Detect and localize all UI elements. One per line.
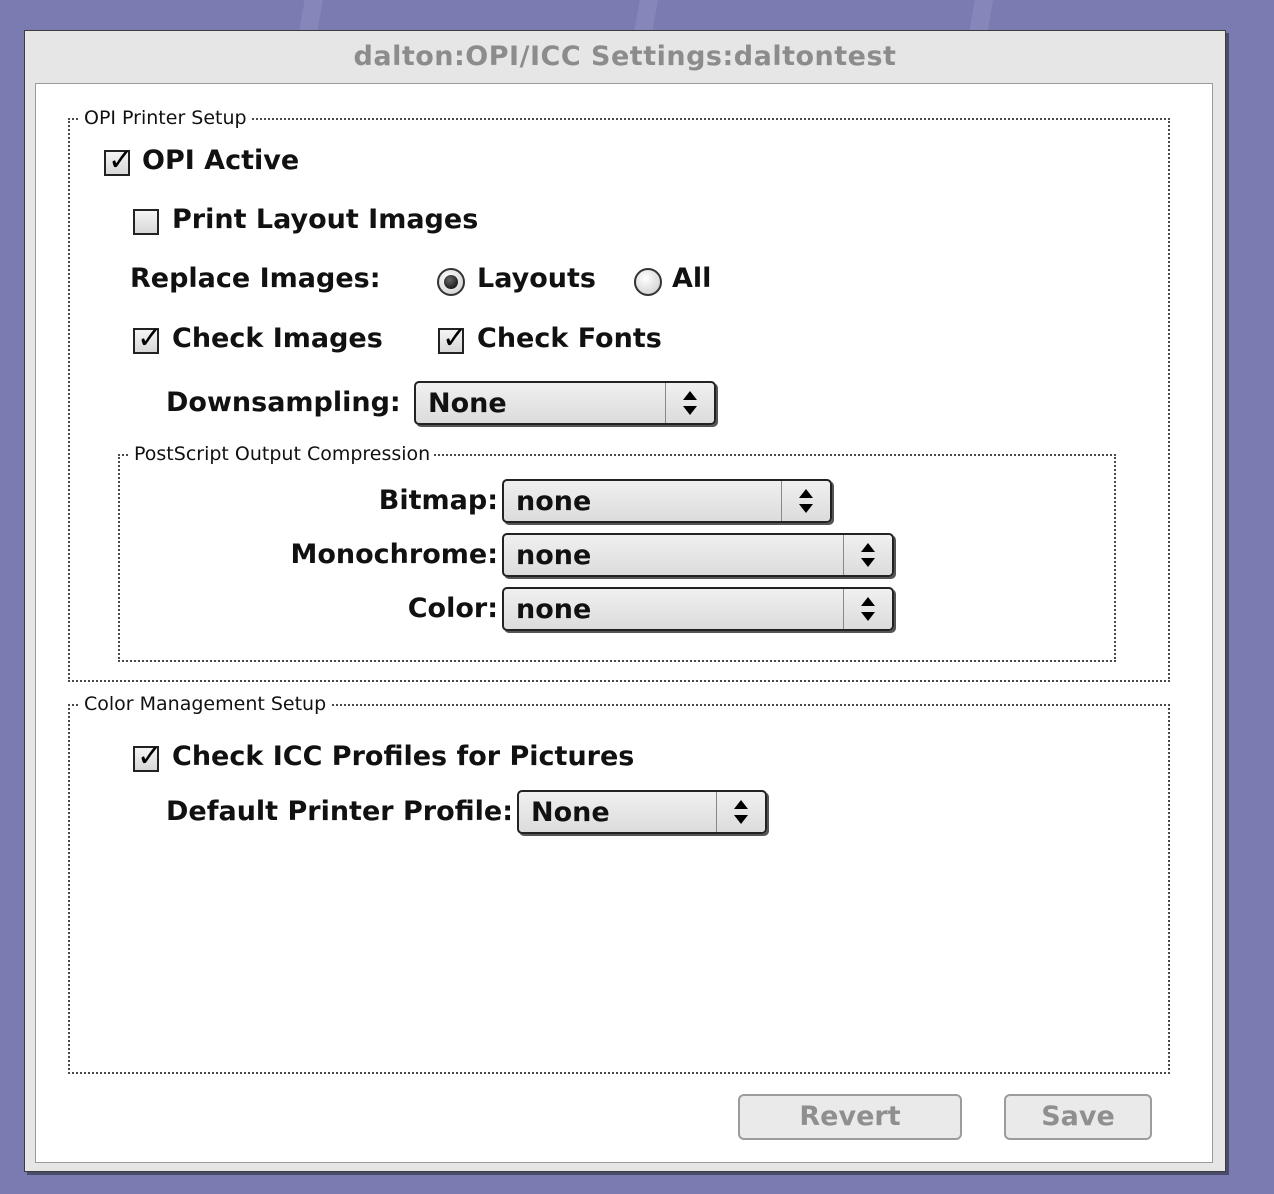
default-printer-profile-label: Default Printer Profile: xyxy=(166,796,514,827)
desktop-background xyxy=(0,0,1274,30)
downsampling-label: Downsampling: xyxy=(166,387,401,418)
all-radio[interactable] xyxy=(634,268,662,296)
color-label: Color: xyxy=(407,593,498,624)
default-printer-profile-value: None xyxy=(531,797,610,828)
bitmap-value: none xyxy=(516,486,592,517)
check-icc-label[interactable]: Check ICC Profiles for Pictures xyxy=(172,740,634,774)
save-button[interactable]: Save xyxy=(1004,1094,1152,1140)
color-value: none xyxy=(516,594,592,625)
check-icon: ✓ xyxy=(108,143,134,178)
settings-window: dalton:OPI/ICC Settings:daltontest OPI P… xyxy=(24,30,1226,1172)
monochrome-popup[interactable]: none xyxy=(502,533,894,577)
revert-button[interactable]: Revert xyxy=(738,1094,962,1140)
check-icon: ✓ xyxy=(442,321,468,356)
up-down-arrows-icon xyxy=(843,535,892,575)
print-layout-images-label[interactable]: Print Layout Images xyxy=(172,203,478,237)
color-popup[interactable]: none xyxy=(502,587,894,631)
monochrome-value: none xyxy=(516,540,592,571)
layouts-radio-label[interactable]: Layouts xyxy=(477,262,596,296)
up-down-arrows-icon xyxy=(781,481,830,521)
check-images-label[interactable]: Check Images xyxy=(172,322,383,356)
postscript-compression-legend: PostScript Output Compression xyxy=(130,443,435,465)
replace-images-label: Replace Images: xyxy=(130,263,381,294)
up-down-arrows-icon xyxy=(716,792,765,832)
downsampling-popup[interactable]: None xyxy=(414,381,716,425)
default-printer-profile-popup[interactable]: None xyxy=(517,790,767,834)
check-icon: ✓ xyxy=(137,321,163,356)
check-icc-checkbox[interactable]: ✓ xyxy=(133,740,162,774)
opi-printer-setup-legend: OPI Printer Setup xyxy=(80,107,251,129)
up-down-arrows-icon xyxy=(665,383,714,423)
window-content: OPI Printer Setup ✓ OPI Active Print Lay… xyxy=(35,83,1213,1163)
bitmap-label: Bitmap: xyxy=(378,485,498,516)
check-icon: ✓ xyxy=(137,739,163,774)
all-radio-label[interactable]: All xyxy=(672,262,711,296)
layouts-radio[interactable] xyxy=(437,268,465,296)
downsampling-value: None xyxy=(428,388,507,419)
bitmap-popup[interactable]: none xyxy=(502,479,832,523)
opi-active-checkbox[interactable]: ✓ xyxy=(104,144,133,178)
check-fonts-checkbox[interactable]: ✓ xyxy=(438,322,467,356)
up-down-arrows-icon xyxy=(843,589,892,629)
print-layout-images-checkbox[interactable] xyxy=(133,209,159,235)
opi-active-label[interactable]: OPI Active xyxy=(142,144,299,178)
color-management-legend: Color Management Setup xyxy=(80,693,331,715)
check-images-checkbox[interactable]: ✓ xyxy=(133,322,162,356)
radio-selected-dot xyxy=(444,275,458,289)
monochrome-label: Monochrome: xyxy=(290,539,498,570)
window-title[interactable]: dalton:OPI/ICC Settings:daltontest xyxy=(25,31,1225,83)
check-fonts-label[interactable]: Check Fonts xyxy=(477,322,662,356)
